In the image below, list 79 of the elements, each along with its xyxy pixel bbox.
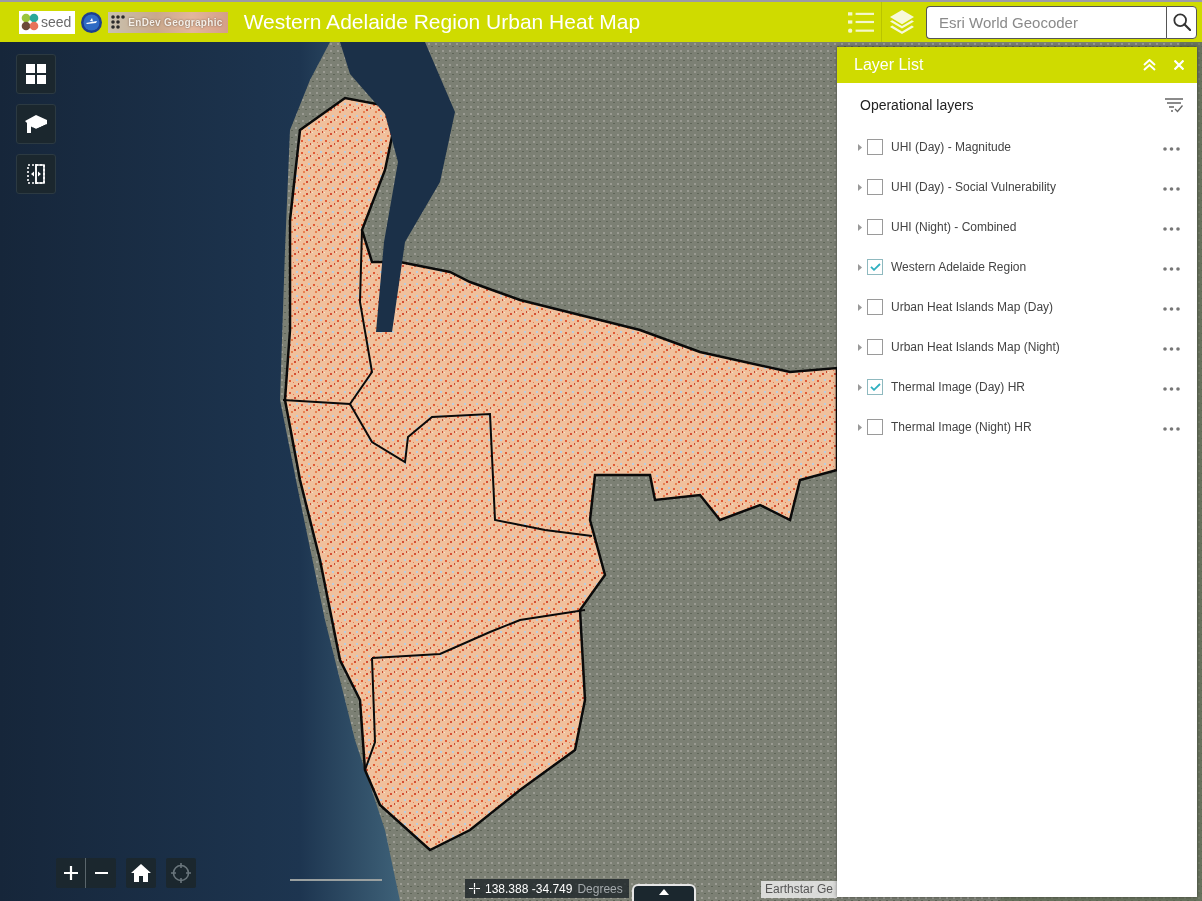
grid-icon — [26, 64, 46, 84]
coordinates-text: 138.388 -34.749 — [485, 881, 573, 896]
swipe-button[interactable] — [16, 154, 56, 194]
ellipsis-icon — [1163, 227, 1180, 231]
expand-caret-icon[interactable] — [858, 183, 862, 191]
search-button[interactable] — [1166, 5, 1197, 39]
search-icon — [1172, 13, 1191, 31]
locate-icon — [171, 863, 191, 883]
globe-logo — [81, 11, 103, 33]
checkmark-icon — [869, 383, 881, 391]
layer-label: Thermal Image (Night) HR — [891, 420, 1033, 434]
crosshair-icon[interactable] — [469, 883, 480, 894]
layer-checkbox[interactable] — [867, 259, 883, 275]
layer-label: Urban Heat Islands Map (Day) — [891, 300, 1055, 314]
zoom-out-button[interactable] — [86, 858, 116, 888]
panel-title: Layer List — [854, 56, 925, 74]
layer-checkbox[interactable] — [867, 219, 883, 235]
layer-label: UHI (Day) - Magnitude — [891, 140, 1013, 154]
filter-button[interactable] — [1165, 97, 1183, 113]
layer-checkbox[interactable] — [867, 339, 883, 355]
layer-options-button[interactable] — [1163, 147, 1180, 151]
layer-options-button[interactable] — [1163, 227, 1180, 231]
expand-tab-button[interactable] — [632, 884, 696, 901]
ellipsis-icon — [1163, 307, 1180, 311]
expand-caret-icon[interactable] — [858, 423, 862, 431]
expand-caret-icon[interactable] — [858, 223, 862, 231]
checkmark-icon — [869, 263, 881, 271]
section-heading: Operational layers — [860, 97, 974, 113]
layer-checkbox[interactable] — [867, 139, 883, 155]
expand-caret-icon[interactable] — [858, 143, 862, 151]
layer-label: Western Adelaide Region — [891, 260, 1028, 274]
layer-checkbox[interactable] — [867, 179, 883, 195]
search-field[interactable]: Esri World Geocoder — [926, 5, 1166, 39]
close-icon — [1174, 60, 1184, 70]
coordinate-units: Degrees — [577, 881, 623, 896]
expand-caret-icon[interactable] — [858, 343, 862, 351]
ellipsis-icon — [1163, 347, 1180, 351]
ellipsis-icon — [1163, 187, 1180, 191]
ellipsis-icon — [1163, 427, 1180, 431]
attribution-text: Earthstar Ge — [760, 881, 837, 898]
layer-options-button[interactable] — [1163, 387, 1180, 391]
plus-icon — [63, 866, 78, 880]
layer-checkbox[interactable] — [867, 299, 883, 315]
guide-button[interactable] — [16, 104, 56, 144]
home-icon — [131, 864, 151, 882]
layer-checkbox[interactable] — [867, 379, 883, 395]
ellipsis-icon — [1163, 267, 1180, 271]
layer-label: Thermal Image (Day) HR — [891, 380, 1027, 394]
swipe-icon — [27, 164, 45, 184]
app-title: Western Adelaide Region Urban Heat Map — [243, 10, 641, 34]
layers-icon — [890, 10, 914, 34]
endev-logo: EnDev Geographic — [108, 11, 228, 33]
mortarboard-icon — [25, 115, 47, 133]
close-button[interactable] — [1174, 60, 1184, 70]
home-button[interactable] — [126, 858, 156, 888]
layer-options-button[interactable] — [1163, 427, 1180, 431]
basemap-gallery-button[interactable] — [16, 54, 56, 94]
collapse-button[interactable] — [1143, 59, 1156, 71]
double-chevron-up-icon — [1143, 59, 1156, 71]
layer-checkbox[interactable] — [867, 419, 883, 435]
expand-caret-icon[interactable] — [858, 263, 862, 271]
locate-button[interactable] — [166, 858, 196, 888]
zoom-in-button[interactable] — [56, 858, 86, 888]
minus-icon — [94, 872, 108, 874]
layer-options-button[interactable] — [1163, 347, 1180, 351]
layer-label: UHI (Night) - Combined — [891, 220, 1018, 234]
expand-caret-icon[interactable] — [858, 303, 862, 311]
layer-label: Urban Heat Islands Map (Night) — [891, 340, 1061, 354]
ellipsis-icon — [1163, 147, 1180, 151]
caret-up-icon — [659, 889, 669, 895]
layer-options-button[interactable] — [1163, 307, 1180, 311]
ellipsis-icon — [1163, 387, 1180, 391]
layer-label: UHI (Day) - Social Vulnerability — [891, 180, 1057, 194]
list-icon — [848, 11, 874, 33]
filter-list-icon — [1165, 97, 1183, 113]
layer-options-button[interactable] — [1163, 187, 1180, 191]
seed-logo: seed — [19, 10, 76, 34]
expand-caret-icon[interactable] — [858, 383, 862, 391]
layer-options-button[interactable] — [1163, 267, 1180, 271]
